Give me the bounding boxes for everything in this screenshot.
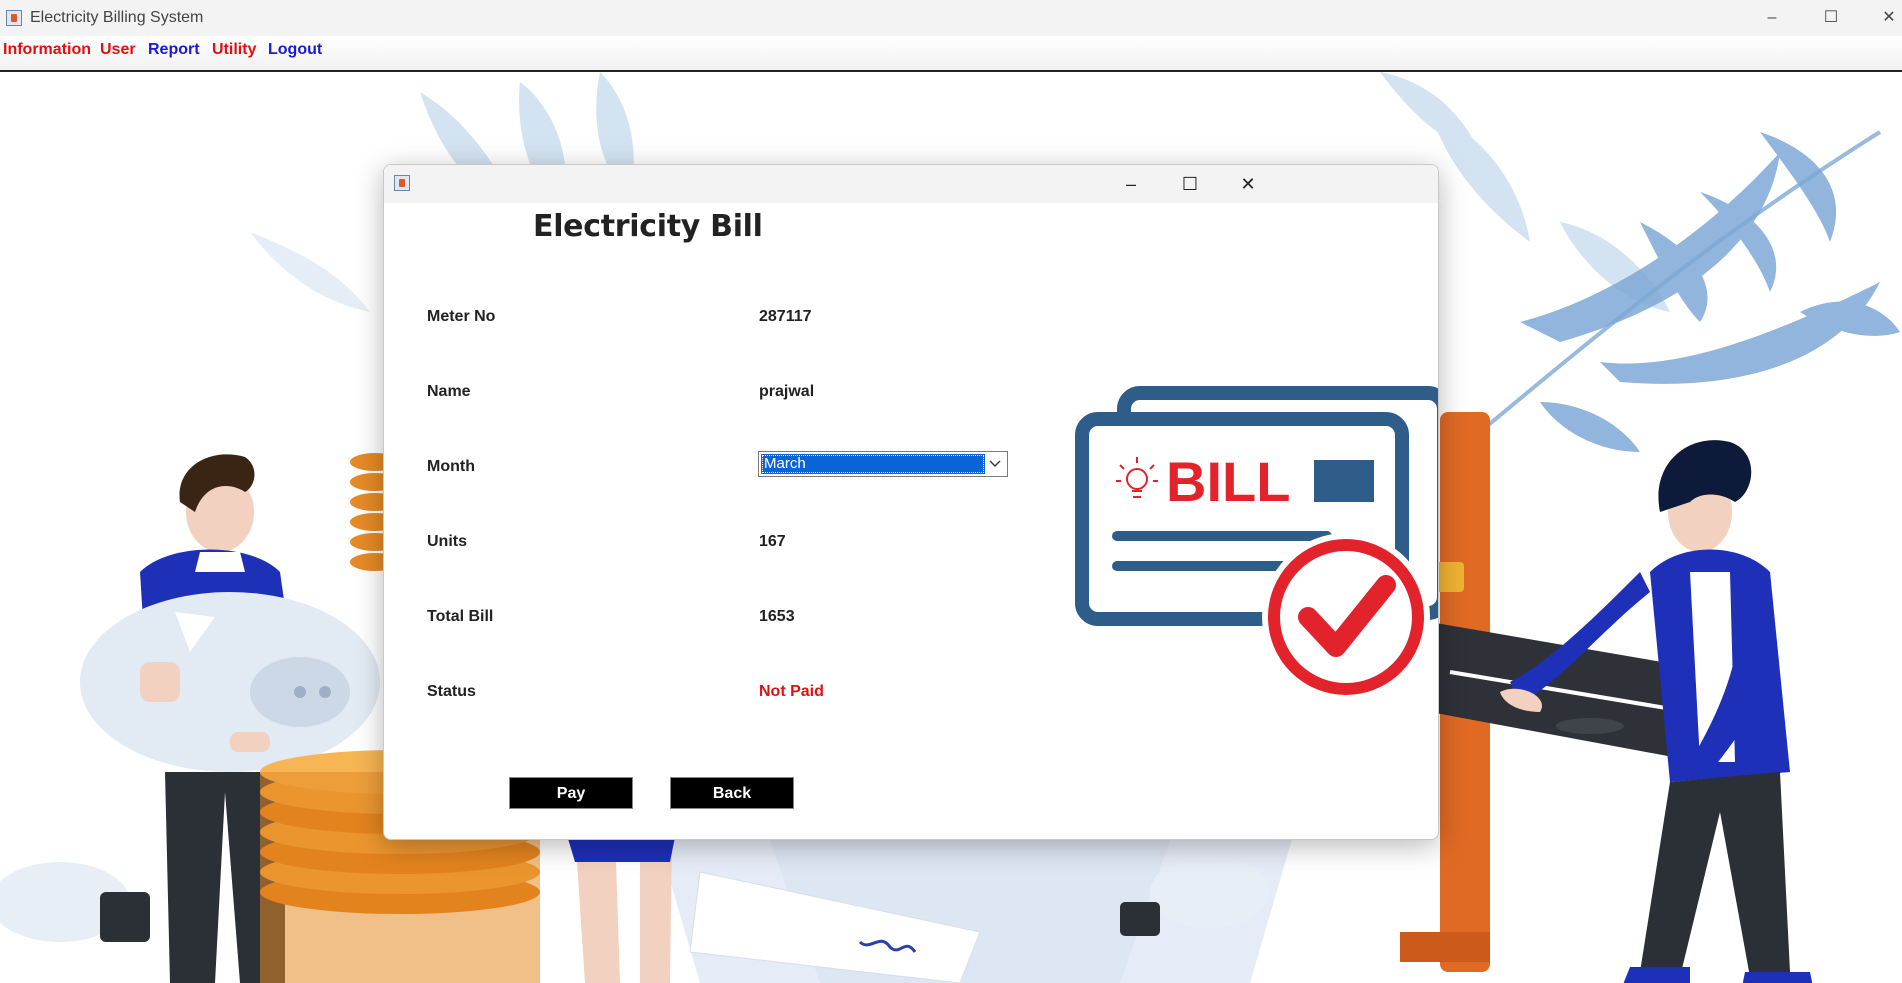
java-app-icon — [394, 175, 410, 191]
menu-information[interactable]: Information — [3, 41, 91, 59]
minimize-icon[interactable]: – — [1118, 173, 1144, 195]
name-value: prajwal — [759, 383, 815, 400]
menu-logout[interactable]: Logout — [268, 41, 322, 59]
page-title: Electricity Bill — [533, 209, 763, 244]
meter-no-label: Meter No — [427, 308, 496, 325]
units-label: Units — [427, 533, 467, 550]
app-title-bar: Electricity Billing System – ☐ ✕ — [0, 0, 1902, 36]
app-title: Electricity Billing System — [30, 9, 204, 26]
month-selected-value[interactable]: March — [761, 454, 985, 474]
minimize-icon[interactable]: – — [1761, 8, 1783, 28]
total-bill-value: 1653 — [759, 608, 795, 625]
units-value: 167 — [759, 533, 786, 550]
status-label: Status — [427, 683, 476, 700]
meter-no-value: 287117 — [759, 308, 812, 325]
dialog-title-bar: – ☐ ✕ — [384, 165, 1438, 203]
status-value: Not Paid — [759, 683, 824, 700]
name-label: Name — [427, 383, 471, 400]
menu-utility[interactable]: Utility — [212, 41, 256, 59]
electricity-bill-dialog: – ☐ ✕ Electricity Bill Meter No 287117 N… — [383, 164, 1439, 840]
bill-paid-check-icon: BILL — [1075, 386, 1438, 701]
close-icon[interactable]: ✕ — [1878, 8, 1900, 28]
pay-button[interactable]: Pay — [509, 777, 633, 809]
menu-user[interactable]: User — [100, 41, 136, 59]
total-bill-label: Total Bill — [427, 608, 494, 625]
back-button[interactable]: Back — [670, 777, 794, 809]
chevron-down-icon[interactable] — [987, 457, 1003, 471]
month-label: Month — [427, 458, 475, 475]
maximize-icon[interactable]: ☐ — [1177, 173, 1203, 195]
bill-graphic-text: BILL — [1166, 450, 1290, 513]
maximize-icon[interactable]: ☐ — [1820, 8, 1842, 28]
java-app-icon — [6, 10, 22, 26]
month-dropdown[interactable]: March — [758, 451, 1008, 477]
close-icon[interactable]: ✕ — [1235, 173, 1261, 195]
menu-report[interactable]: Report — [148, 41, 200, 59]
